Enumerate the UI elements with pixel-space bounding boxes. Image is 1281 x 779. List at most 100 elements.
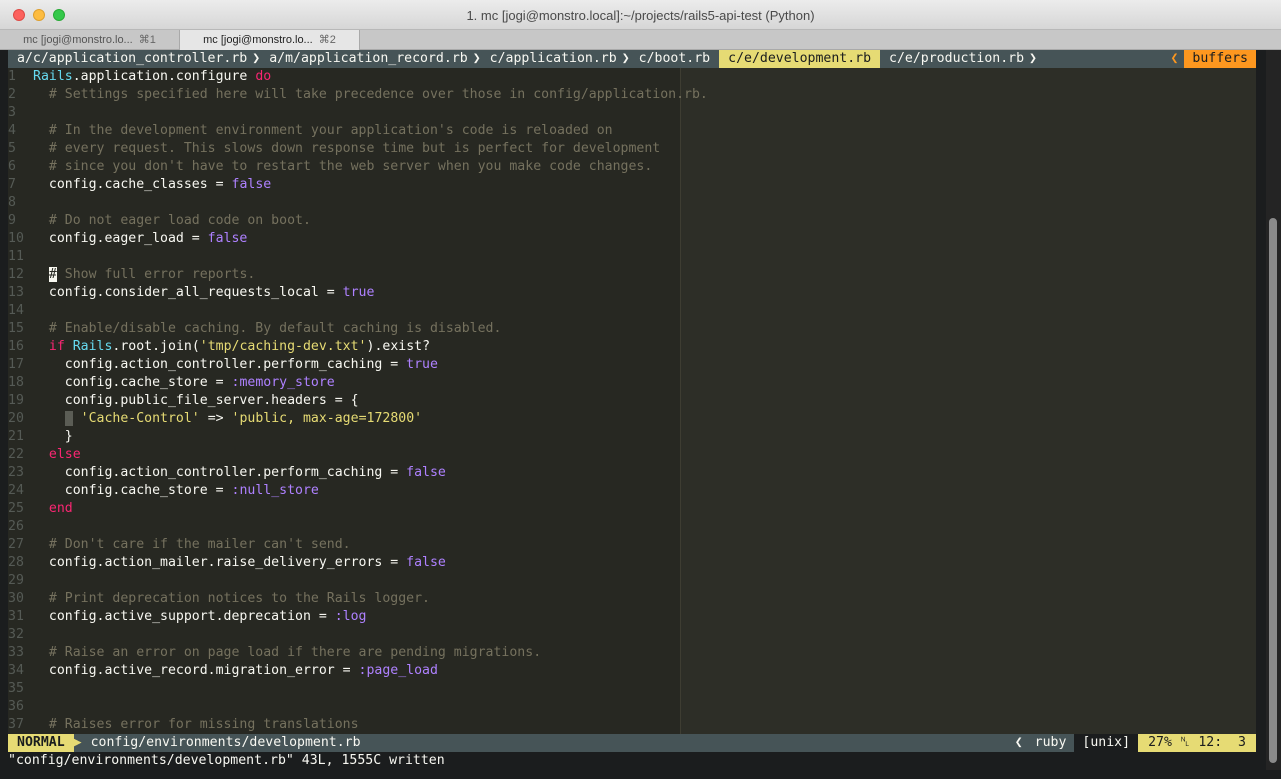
vim-status-line: NORMAL ▶ config/environments/development… — [8, 734, 1256, 752]
code-token: else — [48, 447, 81, 462]
code-token — [64, 411, 73, 426]
line-number: 4 — [8, 123, 16, 138]
chevron-left-icon: ❮ — [1014, 735, 1023, 750]
status-percent: 27% — [1148, 735, 1172, 750]
powerline-separator-icon: ▶ — [73, 735, 82, 750]
code-line[interactable]: 18 config.cache_store = :memory_store — [8, 374, 335, 392]
code-line[interactable]: 34 config.active_record.migration_error … — [8, 662, 438, 680]
code-line[interactable]: 22 else — [8, 446, 81, 464]
code-line[interactable]: 19 config.public_file_server.headers = { — [8, 392, 359, 410]
code-line[interactable]: 21 } — [8, 428, 73, 446]
code-token: false — [231, 177, 272, 192]
code-line[interactable]: 3 — [8, 104, 33, 122]
code-line[interactable]: 7 config.cache_classes = false — [8, 176, 271, 194]
code-line[interactable]: 14 — [8, 302, 33, 320]
buffer-tab-production[interactable]: c/e/production.rb ❯ — [880, 50, 1037, 68]
code-line[interactable]: 36 — [8, 698, 33, 716]
code-token: false — [207, 231, 248, 246]
code-line[interactable]: 1 Rails.application.configure do — [8, 68, 271, 86]
code-token: true — [406, 357, 438, 372]
code-token: # In the development environment your ap… — [33, 123, 613, 138]
line-number: 33 — [8, 645, 24, 660]
line-number: 15 — [8, 321, 24, 336]
code-line[interactable]: 26 — [8, 518, 33, 536]
code-line[interactable]: 9 # Do not eager load code on boot. — [8, 212, 311, 230]
scrollbar-thumb[interactable] — [1269, 218, 1277, 763]
code-line[interactable]: 23 config.action_controller.perform_cach… — [8, 464, 446, 482]
code-line[interactable]: 29 — [8, 572, 33, 590]
line-number: 35 — [8, 681, 24, 696]
code-line[interactable]: 37 # Raises error for missing translatio… — [8, 716, 359, 734]
code-token: # every request. This slows down respons… — [33, 141, 661, 156]
code-line[interactable]: 20 'Cache-Control' => 'public, max-age=1… — [8, 410, 422, 428]
code-token: config.cache_store = — [33, 375, 232, 390]
code-line[interactable]: 33 # Raise an error on page load if ther… — [8, 644, 541, 662]
status-position: 27% ␤ 12: 3 — [1138, 734, 1256, 752]
code-line[interactable]: 10 config.eager_load = false — [8, 230, 247, 248]
line-number: 14 — [8, 303, 24, 318]
code-token: # Enable/disable caching. By default cac… — [33, 321, 502, 336]
code-token: # Don't care if the mailer can't send. — [33, 537, 351, 552]
line-number: 10 — [8, 231, 24, 246]
code-line[interactable]: 28 config.action_mailer.raise_delivery_e… — [8, 554, 446, 572]
buffer-tab-development-current[interactable]: c/e/development.rb — [719, 50, 881, 68]
line-number: 26 — [8, 519, 24, 534]
line-number: 31 — [8, 609, 24, 624]
code-line[interactable]: 16 if Rails.root.join('tmp/caching-dev.t… — [8, 338, 430, 356]
buffer-tab-application-record[interactable]: a/m/application_record.rb ❯ — [260, 50, 480, 68]
code-line[interactable]: 17 config.action_controller.perform_cach… — [8, 356, 438, 374]
line-number: 9 — [8, 213, 16, 228]
line-number: 23 — [8, 465, 24, 480]
code-line[interactable]: 11 — [8, 248, 33, 266]
line-number: 7 — [8, 177, 16, 192]
terminal-scrollbar[interactable] — [1266, 50, 1281, 770]
line-number: 20 — [8, 411, 24, 426]
code-token: # Raises error for missing translations — [33, 717, 359, 732]
buffer-line-filler — [1037, 50, 1170, 68]
line-number: 16 — [8, 339, 24, 354]
terminal-tab-1[interactable]: mc [jogi@monstro.lo... ⌘1 — [0, 30, 180, 50]
status-filler — [361, 734, 1011, 752]
code-line[interactable]: 31 config.active_support.deprecation = :… — [8, 608, 366, 626]
line-number: 17 — [8, 357, 24, 372]
code-line[interactable]: 25 end — [8, 500, 73, 518]
buffers-label: buffers — [1184, 50, 1256, 68]
code-line[interactable]: 24 config.cache_store = :null_store — [8, 482, 319, 500]
vim-editor[interactable]: a/c/application_controller.rb ❯ a/m/appli… — [8, 50, 1256, 770]
code-token: # Print deprecation notices to the Rails… — [33, 591, 430, 606]
code-line[interactable]: 13 config.consider_all_requests_local = … — [8, 284, 374, 302]
vim-command-line[interactable]: "config/environments/development.rb" 43L… — [8, 752, 1256, 770]
code-line[interactable]: 2 # Settings specified here will take pr… — [8, 86, 708, 104]
code-line[interactable]: 5 # every request. This slows down respo… — [8, 140, 660, 158]
buffer-tab-label: c/boot.rb — [638, 51, 711, 66]
code-line[interactable]: 30 # Print deprecation notices to the Ra… — [8, 590, 430, 608]
code-token: :log — [334, 609, 367, 624]
line-number: 11 — [8, 249, 24, 264]
terminal-tab-label: mc [jogi@monstro.lo... — [203, 34, 313, 46]
code-line[interactable]: 35 — [8, 680, 33, 698]
code-token: config.consider_all_requests_local = — [33, 285, 343, 300]
window-title: 1. mc [jogi@monstro.local]:~/projects/ra… — [466, 8, 815, 23]
buffer-tab-boot[interactable]: c/boot.rb — [630, 50, 710, 68]
code-area[interactable]: 1 Rails.application.configure do 2 # Setti… — [8, 68, 1256, 734]
code-token: config.public_file_server.headers = { — [33, 393, 359, 408]
code-line[interactable]: 32 — [8, 626, 33, 644]
vim-buffer-line: a/c/application_controller.rb ❯ a/m/appli… — [8, 50, 1256, 68]
status-cursor-position: 12: 3 — [1198, 735, 1246, 750]
line-number: 28 — [8, 555, 24, 570]
code-line[interactable]: 12 # Show full error reports. — [8, 266, 255, 284]
line-number: 37 — [8, 717, 24, 732]
code-line[interactable]: 8 — [8, 194, 33, 212]
buffer-tab-application[interactable]: c/application.rb ❯ — [481, 50, 630, 68]
terminal-tab-2[interactable]: mc [jogi@monstro.lo... ⌘2 — [180, 30, 360, 50]
code-line[interactable]: 15 # Enable/disable caching. By default … — [8, 320, 501, 338]
line-number: 30 — [8, 591, 24, 606]
buffer-tab-application-controller[interactable]: a/c/application_controller.rb ❯ — [8, 50, 260, 68]
code-line[interactable]: 4 # In the development environment your … — [8, 122, 613, 140]
code-line[interactable]: 27 # Don't care if the mailer can't send… — [8, 536, 351, 554]
line-number: 6 — [8, 159, 16, 174]
code-token: :memory_store — [231, 375, 335, 390]
code-line[interactable]: 6 # since you don't have to restart the … — [8, 158, 652, 176]
